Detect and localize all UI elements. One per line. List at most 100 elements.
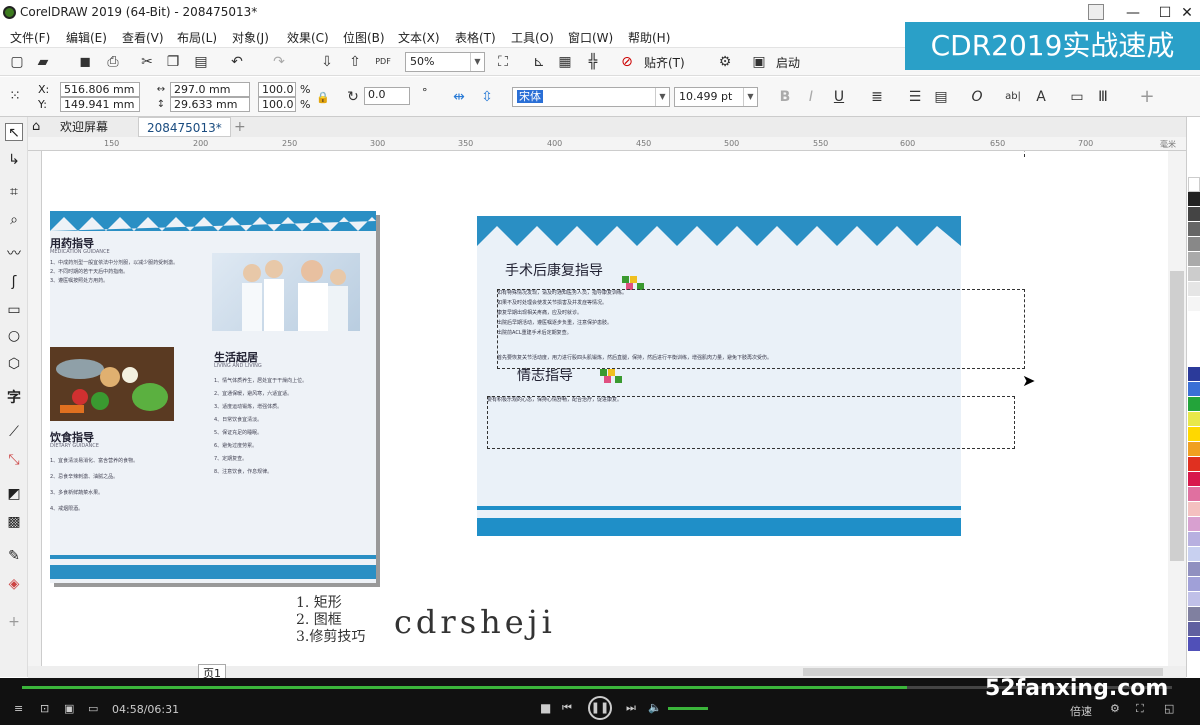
menu-tools[interactable]: 工具(O) (511, 29, 554, 46)
swatch-orange[interactable] (1188, 442, 1200, 457)
scale-y-input[interactable]: 100.0 (258, 97, 296, 112)
swatch-gray-blue[interactable] (1188, 607, 1200, 622)
bullet-list-icon[interactable]: ☰ (906, 88, 924, 106)
text-frame-selected[interactable] (497, 289, 1025, 369)
swatch-blue-violet[interactable] (1188, 637, 1200, 652)
lock-ratio-icon[interactable]: 🔒 (314, 89, 332, 107)
mirror-horizontal-icon[interactable]: ⇹ (450, 88, 468, 106)
interactive-fill-icon[interactable]: ◈ (5, 575, 23, 593)
previous-icon[interactable]: ⏮ (562, 701, 572, 715)
menu-file[interactable]: 文件(F) (10, 29, 50, 46)
next-icon[interactable]: ⏭ (626, 701, 636, 715)
swatch-indigo[interactable] (1188, 622, 1200, 637)
volume-slider[interactable] (668, 707, 708, 710)
swatch-green[interactable] (1188, 397, 1200, 412)
swatch-crimson[interactable] (1188, 472, 1200, 487)
menu-view[interactable]: 查看(V) (122, 29, 164, 46)
full-screen-icon[interactable]: ⛶ (494, 53, 512, 71)
subtitle-icon[interactable]: ▭ (88, 702, 98, 715)
height-input[interactable]: 29.633 mm (170, 97, 250, 112)
artistic-media-icon[interactable]: ʃ (5, 273, 23, 291)
menu-help[interactable]: 帮助(H) (628, 29, 670, 46)
miniplayer-icon[interactable]: ◱ (1164, 702, 1174, 715)
save-icon[interactable]: ◼ (76, 53, 94, 71)
menu-layout[interactable]: 布局(L) (177, 29, 217, 46)
swatch-gray-10[interactable] (1188, 282, 1200, 297)
polygon-tool-icon[interactable]: ⬡ (5, 355, 23, 373)
add-toolbar-button[interactable]: + (1138, 88, 1156, 106)
open-folder-icon[interactable]: ▰ (34, 53, 52, 71)
home-icon[interactable]: ⌂ (32, 119, 40, 134)
swatch-violet-light[interactable] (1188, 577, 1200, 592)
parallel-dimension-icon[interactable]: ⟋ (5, 423, 23, 441)
open-file-icon[interactable]: ⊡ (40, 702, 49, 715)
add-tool-icon[interactable]: + (5, 613, 23, 631)
export-icon[interactable]: ⇧ (346, 53, 364, 71)
menu-bitmap[interactable]: 位图(B) (343, 29, 385, 46)
swatch-periwinkle[interactable] (1188, 547, 1200, 562)
drawing-canvas[interactable]: 用药指导 MEDICATION GUIDANCE 1、中成药剂型一般宜依法中分剂… (42, 151, 1188, 666)
swatch-pink-light[interactable] (1188, 502, 1200, 517)
swatch-lavender[interactable] (1188, 517, 1200, 532)
swatch-red[interactable] (1188, 457, 1200, 472)
zoom-level-select[interactable]: 50% ▼ (405, 52, 485, 72)
swatch-gray-30[interactable] (1188, 252, 1200, 267)
text-align-icon[interactable]: ≣ (868, 88, 886, 106)
italic-button[interactable]: I (802, 88, 820, 106)
x-position-input[interactable]: 516.806 mm (60, 82, 140, 97)
text-properties-button[interactable]: ab| (1004, 88, 1022, 106)
y-position-input[interactable]: 149.941 mm (60, 97, 140, 112)
connector-tool-icon[interactable]: ⤡ (5, 451, 23, 469)
vertical-scrollbar[interactable] (1168, 151, 1188, 666)
freehand-tool-icon[interactable]: 〰 (5, 245, 23, 263)
swatch-gray-50[interactable] (1188, 237, 1200, 252)
text-frame[interactable] (487, 396, 1015, 449)
bold-button[interactable]: B (776, 88, 794, 106)
playlist-icon[interactable]: ≡ (14, 702, 23, 715)
publish-pdf-icon[interactable]: PDF (374, 53, 392, 71)
close-button[interactable]: ✕ (1172, 2, 1200, 24)
import-icon[interactable]: ⇩ (318, 53, 336, 71)
menu-window[interactable]: 窗口(W) (568, 29, 613, 46)
pick-tool-icon[interactable]: ↖ (5, 123, 23, 141)
font-size-select[interactable]: 10.499 pt ▼ (674, 87, 758, 107)
swatch-navy[interactable] (1188, 367, 1200, 382)
swatch-none[interactable] (1188, 177, 1200, 192)
show-guidelines-icon[interactable]: ╬ (584, 53, 602, 71)
drop-shadow-icon[interactable]: ◩ (5, 485, 23, 503)
snap-off-icon[interactable]: ⊘ (618, 53, 636, 71)
menu-effects[interactable]: 效果(C) (287, 29, 329, 46)
settings-icon[interactable]: ⚙ (1110, 702, 1120, 715)
zoom-tool-icon[interactable]: ⌕ (5, 211, 23, 229)
scrollbar-thumb[interactable] (1170, 271, 1184, 561)
eyedropper-icon[interactable]: ✎ (5, 547, 23, 565)
object-origin-icon[interactable]: ⁙ (6, 87, 24, 105)
account-icon[interactable] (1088, 4, 1104, 20)
underline-button[interactable]: U (830, 88, 848, 106)
rehab-panel[interactable]: 手术后康复指导 如有特殊情况发现，请及时通知医务人员，指导康复训练。 如果不及时… (477, 216, 961, 536)
swatch-yellow-light[interactable] (1188, 412, 1200, 427)
menu-edit[interactable]: 编辑(E) (66, 29, 107, 46)
crop-tool-icon[interactable]: ⌗ (5, 183, 23, 201)
stop-icon[interactable]: ■ (540, 701, 551, 715)
swatch-white[interactable] (1188, 297, 1200, 312)
vertical-text-icon[interactable]: Ⅲ (1094, 88, 1112, 106)
minimize-button[interactable]: — (1118, 2, 1148, 24)
swatch-slate[interactable] (1188, 562, 1200, 577)
edit-text-icon[interactable]: ▭ (1068, 88, 1086, 106)
snap-to-button[interactable]: 贴齐(T) (644, 54, 685, 71)
print-icon[interactable]: ⎙ (104, 53, 122, 71)
width-input[interactable]: 297.0 mm (170, 82, 250, 97)
rectangle-tool-icon[interactable]: ▭ (5, 301, 23, 319)
text-tool-icon[interactable]: 字 (5, 389, 23, 407)
swatch-gray-20[interactable] (1188, 267, 1200, 282)
options-gear-icon[interactable]: ⚙ (716, 53, 734, 71)
swatch-black[interactable] (1188, 192, 1200, 207)
speed-button[interactable]: 倍速 (1070, 703, 1092, 719)
swatch-gray-90[interactable] (1188, 207, 1200, 222)
show-rulers-icon[interactable]: ⊾ (530, 53, 548, 71)
opentype-icon[interactable]: O (968, 88, 986, 106)
scale-x-input[interactable]: 100.0 (258, 82, 296, 97)
cut-icon[interactable]: ✂ (138, 53, 156, 71)
rotation-angle-input[interactable]: 0.0 (364, 87, 410, 105)
